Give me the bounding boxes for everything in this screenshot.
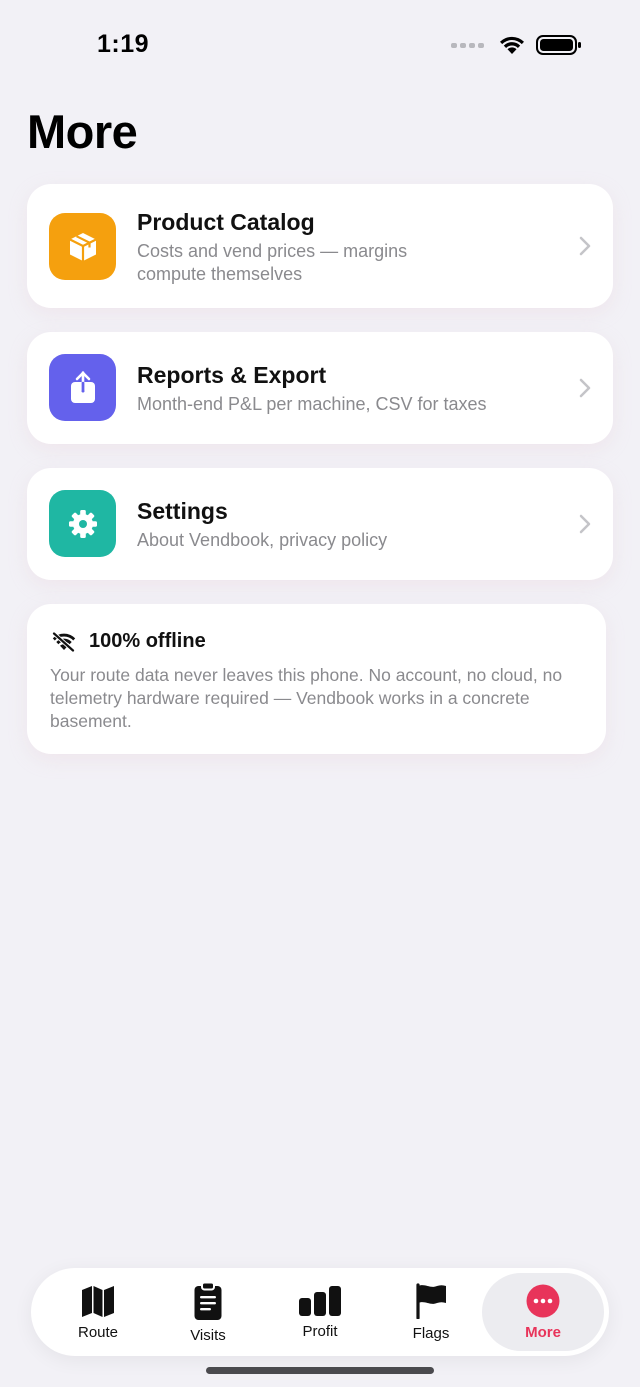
status-icons xyxy=(451,34,582,56)
menu-item-subtitle: Costs and vend prices — margins compute … xyxy=(137,241,408,284)
offline-info-title: 100% offline xyxy=(89,630,206,652)
map-icon xyxy=(82,1285,114,1317)
more-screen: 1:19 More Product Catalog Costs and vend… xyxy=(0,0,640,1387)
menu-item-title: Reports & Export xyxy=(137,362,327,388)
tab-flags[interactable]: Flags xyxy=(375,1268,487,1356)
tab-profit[interactable]: Profit xyxy=(264,1268,376,1356)
tab-label: Flags xyxy=(412,1324,450,1342)
flag-icon xyxy=(416,1282,446,1319)
tab-more[interactable]: More xyxy=(482,1273,604,1351)
box-icon xyxy=(49,213,116,280)
tab-visits[interactable]: Visits xyxy=(152,1268,264,1356)
offline-info-card: 100% offline Your route data never leave… xyxy=(27,604,606,754)
menu-item-product-catalog[interactable]: Product Catalog Costs and vend prices — … xyxy=(27,184,613,308)
home-indicator xyxy=(206,1367,434,1374)
tab-label: More xyxy=(525,1323,561,1341)
chevron-right-icon xyxy=(579,236,591,256)
gear-icon xyxy=(49,490,116,557)
tab-bar: Route Visits Profit Flags More xyxy=(31,1268,609,1356)
wifi-off-icon xyxy=(52,631,76,652)
cellular-signal-icon xyxy=(451,42,484,48)
menu-item-reports-export[interactable]: Reports & Export Month-end P&L per machi… xyxy=(27,332,613,444)
menu-item-title: Product Catalog xyxy=(137,209,315,235)
wifi-icon xyxy=(500,36,524,54)
offline-info-body: Your route data never leaves this phone.… xyxy=(50,665,563,731)
share-icon xyxy=(49,354,116,421)
tab-route[interactable]: Route xyxy=(42,1268,154,1356)
clipboard-icon xyxy=(194,1281,222,1320)
tab-label: Route xyxy=(77,1323,119,1341)
tab-label: Profit xyxy=(302,1322,338,1340)
menu-item-title: Settings xyxy=(137,498,228,524)
tab-label: Visits xyxy=(190,1326,226,1344)
page-title: More xyxy=(27,105,138,158)
battery-icon xyxy=(536,35,581,55)
chevron-right-icon xyxy=(579,514,591,534)
chevron-right-icon xyxy=(579,378,591,398)
menu-item-subtitle: Month-end P&L per machine, CSV for taxes xyxy=(137,394,487,414)
status-time: 1:19 xyxy=(97,30,150,58)
menu-item-subtitle: About Vendbook, privacy policy xyxy=(137,530,388,550)
bar-chart-icon xyxy=(299,1285,341,1316)
offline-info-header: 100% offline xyxy=(51,630,206,653)
more-icon xyxy=(526,1284,560,1317)
menu-item-settings[interactable]: Settings About Vendbook, privacy policy xyxy=(27,468,613,580)
